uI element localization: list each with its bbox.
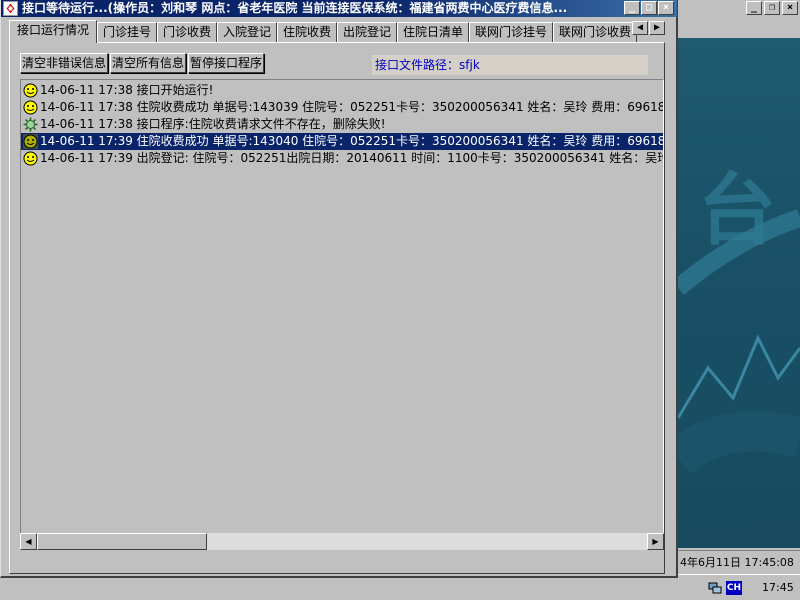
clear-non-error-button[interactable]: 清空非错误信息 <box>20 53 108 73</box>
tab-outpatient-registration[interactable]: 门诊挂号 <box>97 22 157 42</box>
log-text: 14-06-11 17:38 住院收费成功 单据号:143039 住院号：052… <box>40 100 663 114</box>
gear-icon <box>23 117 38 132</box>
tab-daily-inpatient-list[interactable]: 住院日清单 <box>397 22 469 42</box>
path-label: 接口文件路径： <box>375 58 460 72</box>
pause-interface-button[interactable]: 暂停接口程序 <box>188 53 264 73</box>
smiley-icon <box>23 134 38 149</box>
ime-indicator[interactable]: CH <box>726 581 742 595</box>
smiley-icon <box>23 100 38 115</box>
tab-inpatient-billing[interactable]: 住院收费 <box>277 22 337 42</box>
log-list[interactable]: 14-06-11 17:38 接口开始运行! 14-06-11 17:38 住院… <box>20 79 664 549</box>
clear-all-button[interactable]: 清空所有信息 <box>110 53 186 73</box>
smiley-icon <box>23 83 38 98</box>
log-text: 14-06-11 17:39 住院收费成功 单据号:143040 住院号：052… <box>40 134 663 148</box>
window-titlebar[interactable]: 接口等待运行...(操作员：刘和琴 网点：省老年医院 当前连接医保系统：福建省两… <box>1 0 677 17</box>
tab-network-outpatient-billing[interactable]: 联网门诊收费 <box>553 22 637 42</box>
log-row-selected[interactable]: 14-06-11 17:39 住院收费成功 单据号:143040 住院号：052… <box>21 133 663 150</box>
background-minimize-button[interactable]: _ <box>746 1 762 15</box>
tray-clock: 17:45 <box>762 581 794 594</box>
minimize-button[interactable]: _ <box>624 1 640 15</box>
background-graphic <box>678 209 800 475</box>
status-date-time: 4年6月11日 17:45:08 <box>678 550 800 574</box>
tab-outpatient-billing[interactable]: 门诊收费 <box>157 22 217 42</box>
path-value: sfjk <box>459 58 480 72</box>
background-bottom-strip <box>0 578 678 600</box>
window-title: 接口等待运行...(操作员：刘和琴 网点：省老年医院 当前连接医保系统：福建省两… <box>22 1 568 15</box>
tab-scroll-right-button[interactable]: ▶ <box>649 21 665 35</box>
tab-strip: 接口运行情况 门诊挂号 门诊收费 入院登记 住院收费 出院登记 住院日清单 联网… <box>9 20 665 43</box>
tab-admission[interactable]: 入院登记 <box>217 22 277 42</box>
horizontal-scrollbar[interactable]: ◀ ▶ <box>20 533 664 550</box>
background-logo-glyph: 台 <box>698 165 777 256</box>
tab-interface-status[interactable]: 接口运行情况 <box>9 20 97 43</box>
background-banner-panel: 台 <box>678 38 800 548</box>
background-window-controls: _ ❐ × <box>746 1 798 15</box>
interface-monitor-window: 接口等待运行...(操作员：刘和琴 网点：省老年医院 当前连接医保系统：福建省两… <box>0 0 678 578</box>
tab-page-interface-status: 清空非错误信息 清空所有信息 暂停接口程序 接口文件路径：sfjk 14-06-… <box>9 42 665 574</box>
app-icon <box>3 1 18 16</box>
maximize-button[interactable]: □ <box>641 1 657 15</box>
log-row[interactable]: 14-06-11 17:38 接口开始运行! <box>21 82 663 99</box>
log-text: 14-06-11 17:38 接口开始运行! <box>40 83 214 97</box>
smiley-icon <box>23 151 38 166</box>
scroll-thumb[interactable] <box>37 533 207 550</box>
background-close-button[interactable]: × <box>782 1 798 15</box>
close-button[interactable]: × <box>658 1 674 15</box>
window-controls: _ □ × <box>624 1 674 15</box>
system-tray: CH 17:45 <box>678 574 800 600</box>
log-row[interactable]: 14-06-11 17:38 接口程序:住院收费请求文件不存在，删除失败! <box>21 116 663 133</box>
log-row[interactable]: 14-06-11 17:38 住院收费成功 单据号:143039 住院号：052… <box>21 99 663 116</box>
background-restore-button[interactable]: ❐ <box>764 1 780 15</box>
interface-file-path: 接口文件路径：sfjk <box>372 55 648 75</box>
log-text: 14-06-11 17:38 接口程序:住院收费请求文件不存在，删除失败! <box>40 117 386 131</box>
tab-scroll-left-button[interactable]: ◀ <box>632 21 648 35</box>
log-text: 14-06-11 17:39 出院登记: 住院号：052251出院日期：2014… <box>40 151 663 165</box>
tab-network-outpatient-registration[interactable]: 联网门诊挂号 <box>469 22 553 42</box>
network-icon[interactable] <box>708 581 722 595</box>
tab-discharge[interactable]: 出院登记 <box>337 22 397 42</box>
tab-scroll-buttons: ◀ ▶ <box>632 21 665 35</box>
scroll-left-button[interactable]: ◀ <box>20 533 37 550</box>
scroll-right-button[interactable]: ▶ <box>647 533 664 550</box>
log-row[interactable]: 14-06-11 17:39 出院登记: 住院号：052251出院日期：2014… <box>21 150 663 167</box>
